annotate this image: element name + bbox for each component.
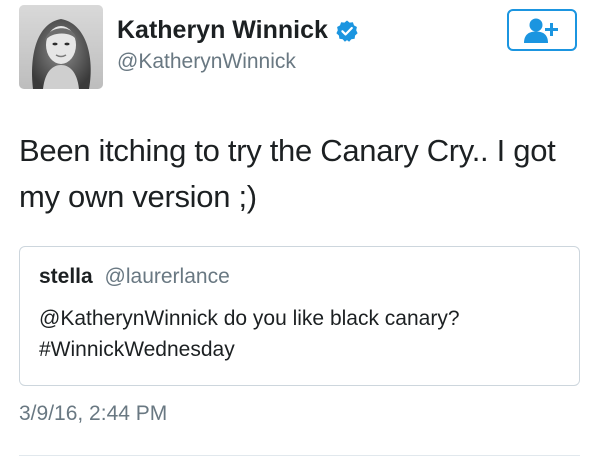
quoted-tweet-hashtag[interactable]: #WinnickWednesday (39, 334, 569, 365)
divider (19, 455, 580, 456)
tweet-timestamp[interactable]: 3/9/16, 2:44 PM (19, 402, 167, 426)
quoted-tweet-author: stella @laurerlance (39, 265, 230, 289)
quoted-tweet-handle: @laurerlance (104, 265, 230, 288)
quoted-tweet-name: stella (39, 265, 93, 288)
quoted-tweet-text: @KatherynWinnick do you like black canar… (39, 303, 569, 365)
quoted-tweet-card[interactable]: stella @laurerlance @KatherynWinnick do … (19, 246, 580, 386)
follow-button[interactable] (507, 9, 577, 51)
avatar[interactable] (19, 5, 103, 89)
verified-badge-icon (335, 19, 359, 43)
author-handle[interactable]: @KatherynWinnick (117, 50, 296, 74)
add-user-icon (524, 18, 558, 43)
author-name-text[interactable]: Katheryn Winnick (117, 16, 328, 45)
tweet-text: Been itching to try the Canary Cry.. I g… (19, 133, 556, 214)
author-name[interactable]: Katheryn Winnick (117, 16, 359, 45)
profile-photo-icon (19, 5, 103, 89)
quoted-tweet-text-line-1: @KatherynWinnick do you like black canar… (39, 307, 460, 330)
